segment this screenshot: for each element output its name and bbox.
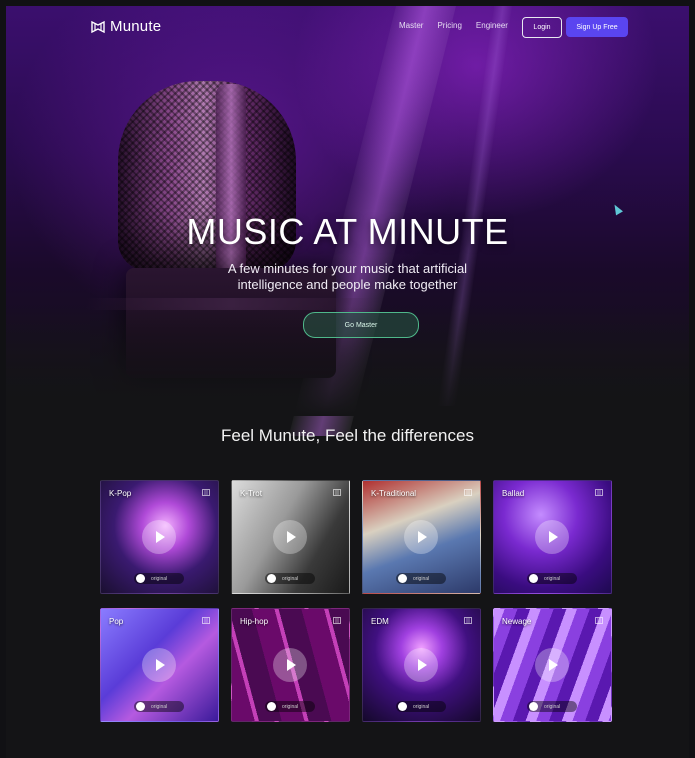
play-button[interactable] xyxy=(404,520,438,554)
bookmark-icon[interactable] xyxy=(202,617,210,624)
genre-card-label: Hip-hop xyxy=(240,617,269,626)
genre-card-ballad[interactable]: Ballad original xyxy=(493,480,612,594)
toggle-knob xyxy=(398,702,407,711)
genre-card-label: K-Pop xyxy=(109,489,132,498)
toggle-knob xyxy=(136,574,145,583)
toggle-knob xyxy=(136,702,145,711)
genre-card-label: Pop xyxy=(109,617,124,626)
genre-card-label: Ballad xyxy=(502,489,525,498)
genre-card-label: EDM xyxy=(371,617,389,626)
genre-card-newage[interactable]: Newage original xyxy=(493,608,612,722)
nav-links: Master Pricing Engineer xyxy=(399,21,508,30)
toggle-knob xyxy=(398,574,407,583)
nav-link-pricing[interactable]: Pricing xyxy=(437,21,461,30)
hero-subtitle-line-2: intelligence and people make together xyxy=(237,277,458,292)
signup-button[interactable]: Sign Up Free xyxy=(566,17,628,37)
toggle-label: original xyxy=(544,703,561,710)
bookmark-icon[interactable] xyxy=(333,617,341,624)
nav-link-engineer[interactable]: Engineer xyxy=(476,21,508,30)
toggle-label: original xyxy=(282,575,299,582)
play-icon xyxy=(418,531,427,543)
genre-card-pop[interactable]: Pop original xyxy=(100,608,219,722)
genre-card-label: K-Trot xyxy=(240,489,262,498)
play-icon xyxy=(287,531,296,543)
bookmark-icon[interactable] xyxy=(202,489,210,496)
play-icon xyxy=(156,531,165,543)
toggle-label: original xyxy=(151,575,168,582)
go-master-button[interactable]: Go Master xyxy=(303,312,419,338)
play-button[interactable] xyxy=(535,520,569,554)
play-icon xyxy=(549,659,558,671)
toggle-label: original xyxy=(413,703,430,710)
bookmark-icon[interactable] xyxy=(464,617,472,624)
original-toggle[interactable]: original xyxy=(527,701,577,712)
toggle-knob xyxy=(267,574,276,583)
hero-subtitle-line-1: A few minutes for your music that artifi… xyxy=(227,261,468,276)
genre-card-k-traditional[interactable]: K-Traditional original xyxy=(362,480,481,594)
play-button[interactable] xyxy=(404,648,438,682)
genre-card-label: K-Traditional xyxy=(371,489,417,498)
toggle-label: original xyxy=(282,703,299,710)
munute-logo-icon xyxy=(91,20,105,33)
play-icon xyxy=(287,659,296,671)
genre-card-label: Newage xyxy=(502,617,532,626)
genre-card-edm[interactable]: EDM original xyxy=(362,608,481,722)
nav-link-master[interactable]: Master xyxy=(399,21,423,30)
toggle-label: original xyxy=(544,575,561,582)
toggle-knob xyxy=(529,574,538,583)
toggle-knob xyxy=(267,702,276,711)
original-toggle[interactable]: original xyxy=(134,573,184,584)
play-button[interactable] xyxy=(273,520,307,554)
brand-logo[interactable]: Munute xyxy=(91,18,161,35)
play-button[interactable] xyxy=(273,648,307,682)
genre-card-k-trot[interactable]: K-Trot original xyxy=(231,480,350,594)
original-toggle[interactable]: original xyxy=(134,701,184,712)
play-icon xyxy=(156,659,165,671)
original-toggle[interactable]: original xyxy=(396,701,446,712)
original-toggle[interactable]: original xyxy=(396,573,446,584)
play-button[interactable] xyxy=(535,648,569,682)
play-button[interactable] xyxy=(142,520,176,554)
login-button[interactable]: Login xyxy=(522,17,562,38)
top-nav: Munute Master Pricing Engineer Login Sig… xyxy=(6,6,689,52)
hero-subtitle: A few minutes for your music that artifi… xyxy=(6,261,689,293)
hero-title: MUSIC AT MINUTE xyxy=(186,211,509,252)
original-toggle[interactable]: original xyxy=(527,573,577,584)
toggle-label: original xyxy=(413,575,430,582)
bookmark-icon[interactable] xyxy=(595,617,603,624)
play-icon xyxy=(549,531,558,543)
page-frame: Munute Master Pricing Engineer Login Sig… xyxy=(6,6,689,758)
genre-card-k-pop[interactable]: K-Pop original xyxy=(100,480,219,594)
toggle-knob xyxy=(529,702,538,711)
original-toggle[interactable]: original xyxy=(265,573,315,584)
brand-name: Munute xyxy=(110,18,162,35)
genre-grid: K-Pop original K-Trot original K-Traditional… xyxy=(100,480,612,722)
bookmark-icon[interactable] xyxy=(464,489,472,496)
bookmark-icon[interactable] xyxy=(595,489,603,496)
genre-card-hip-hop[interactable]: Hip-hop original xyxy=(231,608,350,722)
toggle-label: original xyxy=(151,703,168,710)
original-toggle[interactable]: original xyxy=(265,701,315,712)
play-button[interactable] xyxy=(142,648,176,682)
play-icon xyxy=(418,659,427,671)
bookmark-icon[interactable] xyxy=(333,489,341,496)
section-title: Feel Munute, Feel the differences xyxy=(221,426,474,445)
